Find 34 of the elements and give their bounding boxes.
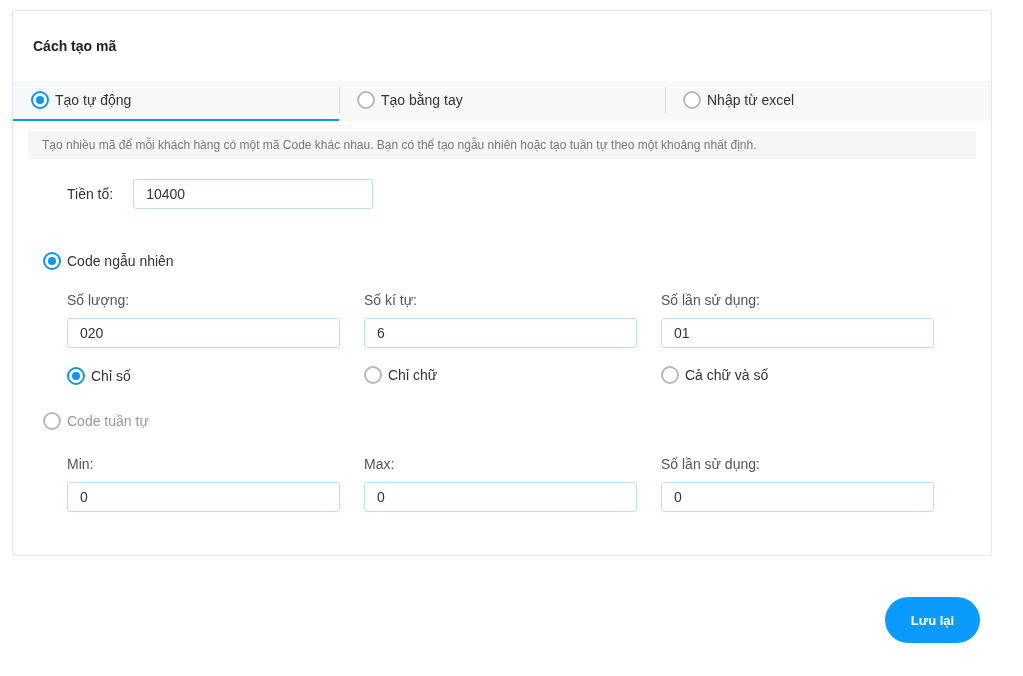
radio-selected-icon[interactable] — [31, 91, 49, 109]
field-label: Số lượng: — [67, 292, 131, 308]
radio-label[interactable]: Tạo tự động — [55, 92, 132, 108]
field-label: Số lần sử dụng: — [661, 456, 761, 472]
radio-label[interactable]: Cả chữ và số — [685, 367, 769, 383]
radio-icon[interactable] — [661, 366, 679, 384]
radio-icon[interactable] — [683, 91, 701, 109]
input-field[interactable]: 6 — [364, 318, 637, 348]
input-field[interactable]: 01 — [661, 318, 934, 348]
radio-icon[interactable] — [43, 412, 61, 430]
radio-label[interactable]: Nhập từ excel — [707, 92, 795, 108]
radio-icon[interactable] — [364, 366, 382, 384]
field-label: Tiền tố: — [67, 186, 114, 202]
prefix-input[interactable]: 10400 — [133, 179, 374, 209]
input-field[interactable]: 0 — [67, 482, 340, 512]
tab[interactable]: Tạo tự động — [13, 81, 339, 121]
radio-label[interactable]: Tạo bằng tay — [381, 92, 463, 108]
radio-icon[interactable] — [357, 91, 375, 109]
card-title: Cách tạo mã — [32, 37, 118, 56]
input-field[interactable]: 0 — [364, 482, 637, 512]
radio-selected-icon[interactable] — [43, 252, 61, 270]
field-label: Số kí tự: — [364, 292, 418, 308]
input-field[interactable]: 0 — [661, 482, 934, 512]
radio-label[interactable]: Code ngẫu nhiên — [67, 253, 174, 269]
radio-selected-icon[interactable] — [67, 367, 85, 385]
tab[interactable]: Nhập từ excel — [665, 81, 991, 121]
field-label: Số lần sử dụng: — [661, 292, 761, 308]
radio-label[interactable]: Chỉ chữ — [388, 367, 438, 383]
field-label: Min: — [67, 456, 95, 472]
input-field[interactable]: 020 — [67, 318, 340, 348]
description-text: Tạo nhiều mã để mỗi khách hàng có một mã Code khác nhau. Bạn có thể tạo ngẫu nhiên hoặc tạo tuần tự theo một khoảng nhất định. — [28, 131, 976, 159]
radio-label[interactable]: Chỉ số — [91, 368, 131, 384]
field-label: Max: — [364, 456, 396, 472]
tab[interactable]: Tạo bằng tay — [339, 81, 665, 121]
